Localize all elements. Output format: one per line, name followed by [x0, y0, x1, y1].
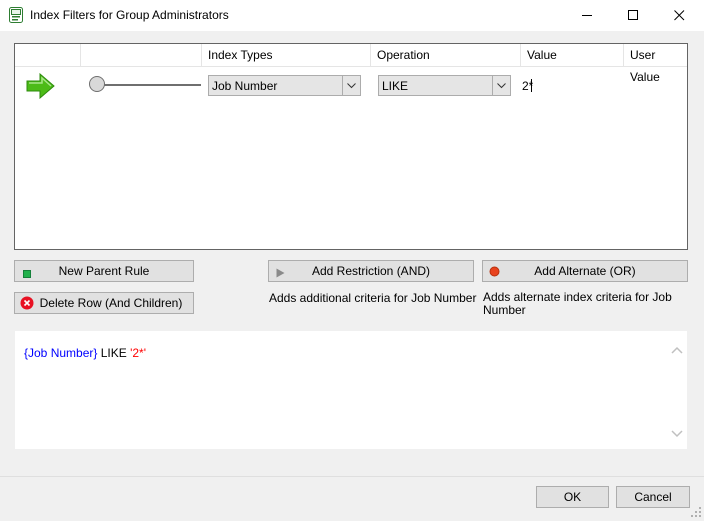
minimize-button[interactable]	[564, 0, 610, 31]
ok-button[interactable]: OK	[536, 486, 609, 508]
chevron-down-icon	[342, 76, 360, 95]
filter-row[interactable]: Job Number LIKE 2*	[15, 67, 687, 103]
add-alternate-label: Add Alternate (OR)	[534, 264, 636, 278]
green-square-icon	[23, 267, 31, 281]
expression-text: {Job Number} LIKE '2*'	[24, 346, 146, 360]
column-header-slider	[81, 44, 202, 66]
operation-dropdown[interactable]: LIKE	[378, 75, 511, 96]
red-dot-icon	[489, 266, 500, 280]
add-alternate-description-line2: Number	[483, 303, 526, 317]
expression-operator: LIKE	[97, 346, 131, 360]
maximize-icon	[627, 10, 638, 20]
ok-label: OK	[563, 490, 582, 504]
new-parent-rule-button[interactable]: New Parent Rule	[14, 260, 194, 282]
column-header-operation[interactable]: Operation	[371, 44, 521, 66]
delete-row-button[interactable]: Delete Row (And Children)	[14, 292, 194, 314]
minimize-icon	[581, 15, 592, 16]
app-icon	[8, 7, 24, 23]
cancel-label: Cancel	[634, 490, 672, 504]
column-header-user-value[interactable]: User Value	[624, 44, 687, 84]
chevron-down-icon	[492, 76, 510, 95]
index-type-dropdown[interactable]: Job Number	[208, 75, 361, 96]
column-header-indicator	[15, 44, 81, 66]
column-header-value[interactable]: Value	[521, 44, 624, 66]
close-icon	[673, 10, 684, 21]
window-title: Index Filters for Group Administrators	[30, 8, 229, 22]
value-input[interactable]: 2*	[522, 79, 533, 93]
add-restriction-button[interactable]: Add Restriction (AND)	[268, 260, 474, 282]
level-slider[interactable]	[89, 76, 201, 94]
slider-thumb[interactable]	[89, 76, 105, 92]
delete-row-label: Delete Row (And Children)	[39, 296, 183, 310]
text-cursor	[531, 79, 533, 92]
new-parent-rule-label: New Parent Rule	[58, 264, 150, 278]
add-alternate-description: Adds alternate index criteria for Job Nu…	[483, 291, 672, 317]
cancel-button[interactable]: Cancel	[616, 486, 690, 508]
scroll-up-icon[interactable]	[671, 343, 683, 357]
play-icon	[276, 267, 285, 281]
column-header-index-types[interactable]: Index Types	[202, 44, 371, 66]
add-restriction-label: Add Restriction (AND)	[311, 264, 431, 278]
close-button[interactable]	[656, 0, 702, 31]
add-alternate-button[interactable]: Add Alternate (OR)	[482, 260, 688, 282]
title-bar: Index Filters for Group Administrators	[0, 0, 704, 31]
filter-grid[interactable]: Index Types Operation Value User Value J…	[14, 43, 688, 250]
green-arrow-icon	[26, 72, 56, 102]
expression-field: {Job Number}	[24, 346, 98, 360]
slider-track	[97, 84, 201, 86]
delete-icon	[20, 296, 34, 313]
index-type-value: Job Number	[212, 79, 278, 93]
expression-preview[interactable]: {Job Number} LIKE '2*'	[14, 330, 688, 450]
add-restriction-description: Adds additional criteria for Job Number	[269, 291, 477, 305]
operation-value: LIKE	[382, 79, 409, 93]
scroll-down-icon[interactable]	[671, 427, 683, 441]
grid-header: Index Types Operation Value User Value	[15, 44, 687, 84]
expression-value: '2*'	[130, 346, 147, 360]
maximize-button[interactable]	[610, 0, 656, 31]
